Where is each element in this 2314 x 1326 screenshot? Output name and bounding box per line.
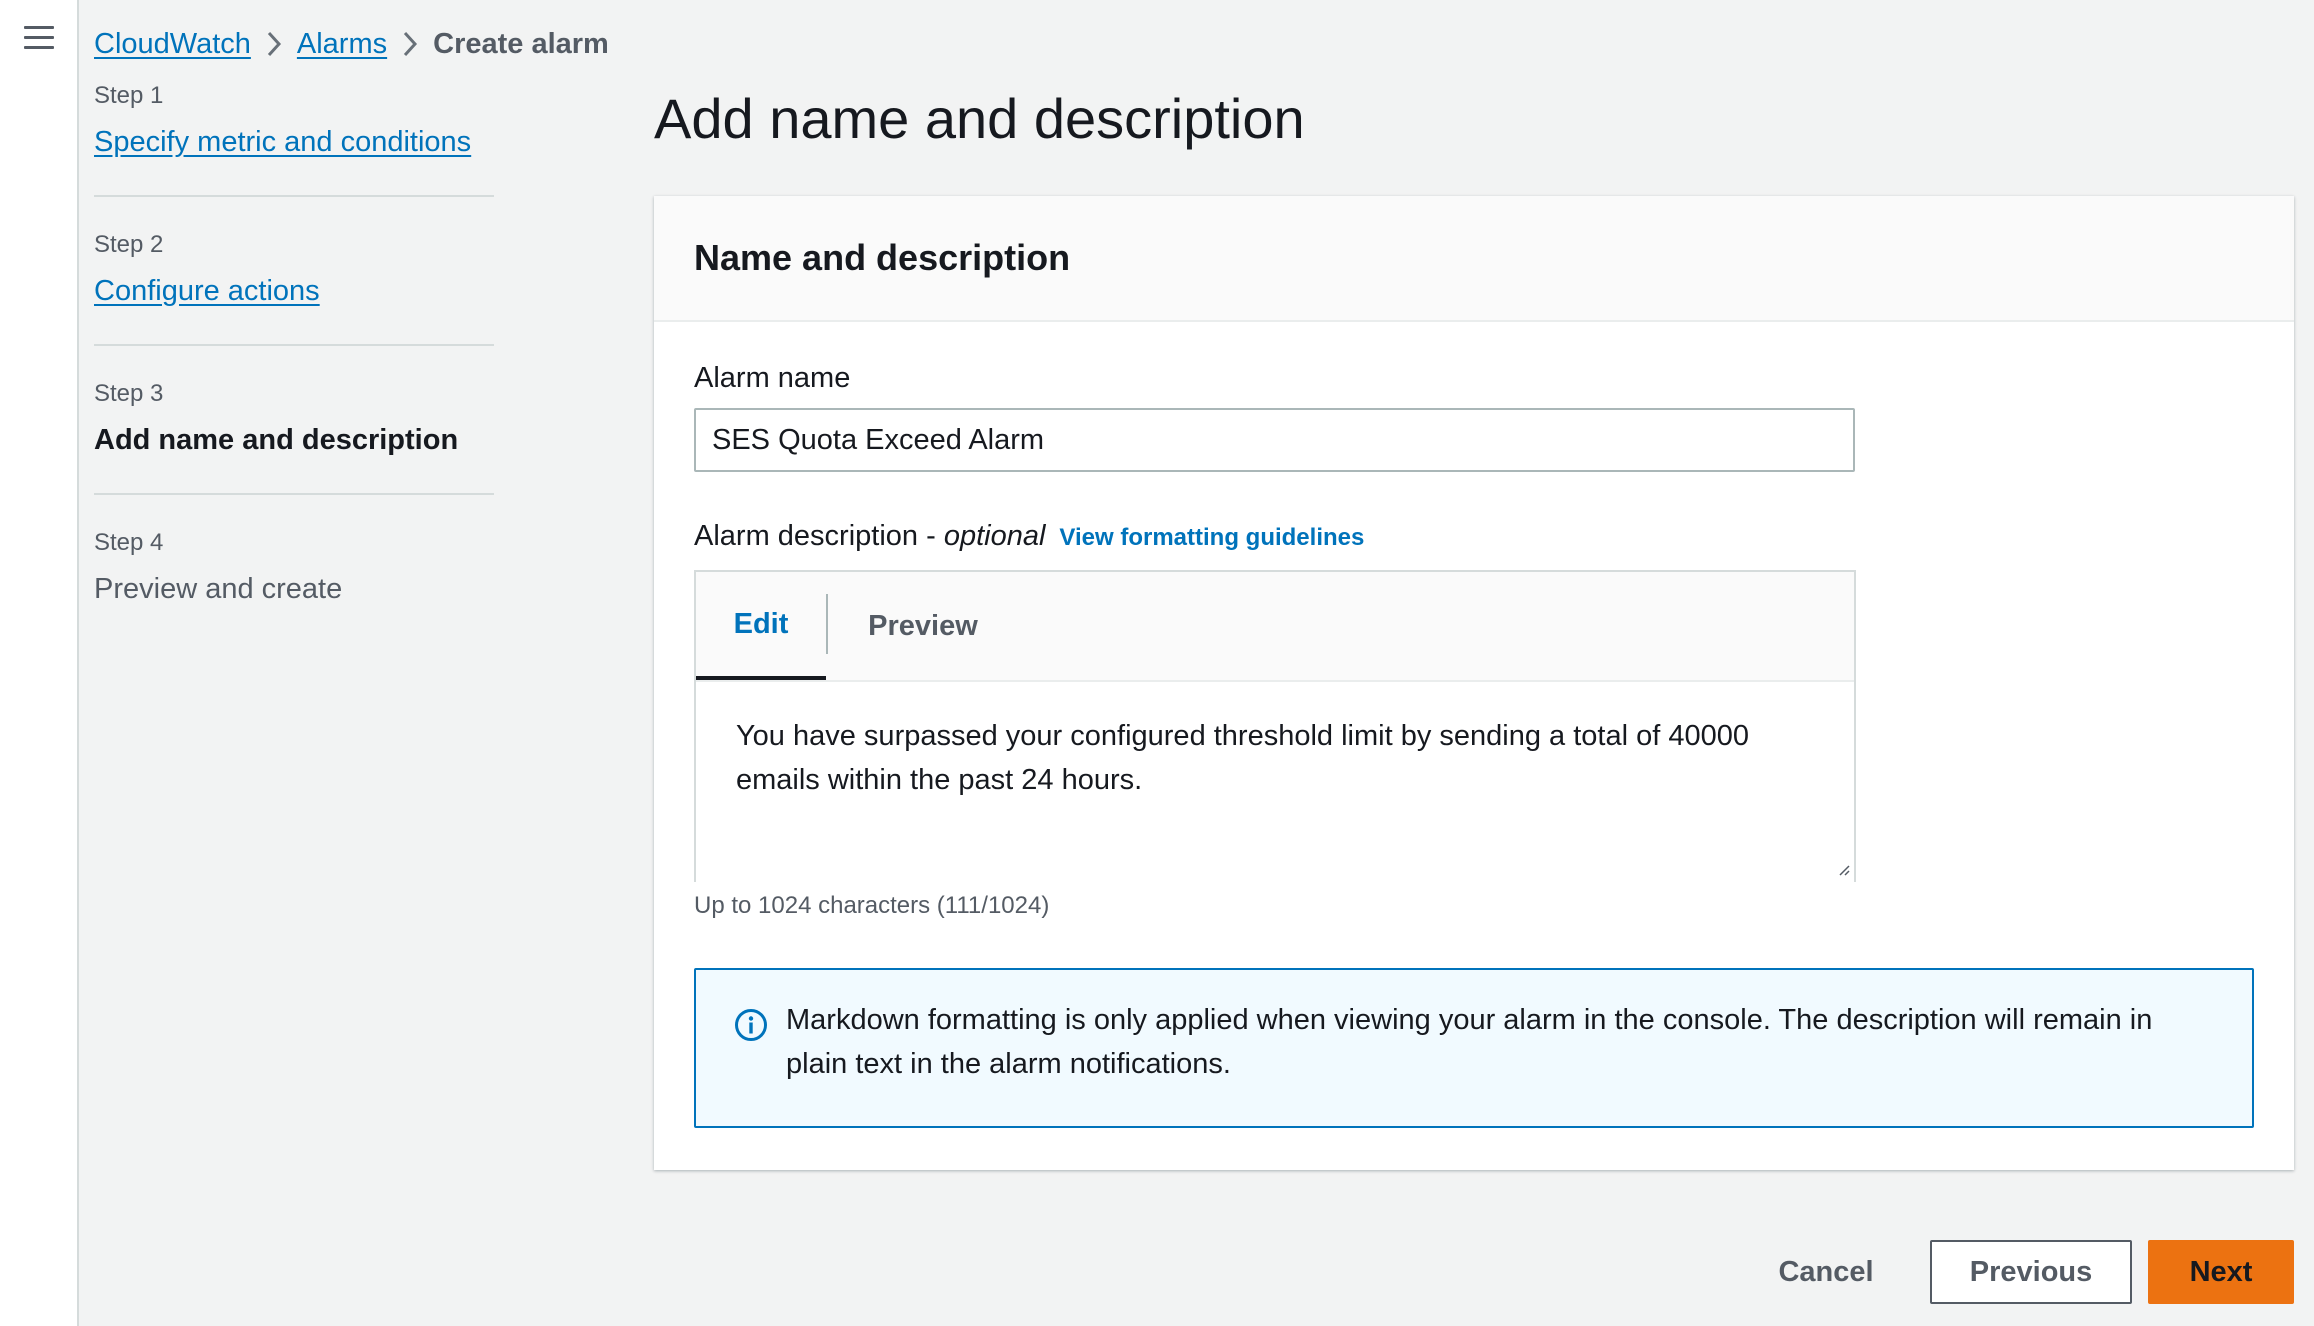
breadcrumb-current: Create alarm (433, 27, 609, 60)
editor-tabs: Edit Preview (696, 572, 1854, 682)
hamburger-menu-icon[interactable] (24, 26, 54, 50)
panel-title: Name and description (694, 237, 1071, 278)
breadcrumb: CloudWatch Alarms Create alarm (94, 24, 609, 64)
alarm-name-label: Alarm name (694, 362, 851, 394)
alarm-name-value: SES Quota Exceed Alarm (712, 423, 1045, 456)
step-number: Step 4 (94, 529, 164, 556)
alarm-description-label: Alarm description - optional (694, 520, 1046, 552)
next-button[interactable]: Next (2148, 1240, 2294, 1304)
panel-header: Name and description (654, 196, 2294, 322)
page-title: Add name and description (654, 87, 1305, 150)
tab-preview[interactable]: Preview (828, 572, 1018, 680)
info-alert: Markdown formatting is only applied when… (694, 968, 2254, 1128)
wizard-step-2: Step 2 Configure actions (94, 231, 494, 346)
wizard-steps: Step 1 Specify metric and conditions Ste… (94, 82, 494, 676)
info-icon (735, 1009, 767, 1041)
breadcrumb-link-alarms[interactable]: Alarms (297, 28, 387, 61)
breadcrumb-link-cloudwatch[interactable]: CloudWatch (94, 28, 251, 61)
view-formatting-guidelines-link[interactable]: View formatting guidelines (1059, 524, 1364, 552)
description-editor: Edit Preview You have surpassed your con… (694, 570, 1856, 882)
side-navigation-rail (0, 0, 79, 1326)
info-alert-text: Markdown formatting is only applied when… (786, 1004, 2153, 1080)
name-description-panel: Name and description Alarm name SES Quot… (654, 196, 2294, 1170)
step-number: Step 2 (94, 231, 164, 258)
wizard-step-1: Step 1 Specify metric and conditions (94, 82, 494, 197)
alarm-description-label-row: Alarm description - optional View format… (694, 520, 1364, 553)
tab-edit[interactable]: Edit (696, 572, 826, 680)
step-current-label: Add name and description (94, 424, 459, 456)
step-number: Step 3 (94, 380, 164, 407)
step-link-specify-metric[interactable]: Specify metric and conditions (94, 126, 471, 158)
step-disabled-label: Preview and create (94, 573, 343, 605)
chevron-right-icon (251, 31, 297, 57)
step-link-configure-actions[interactable]: Configure actions (94, 275, 320, 307)
optional-label: optional (943, 520, 1046, 552)
character-counter: Up to 1024 characters (111/1024) (694, 892, 1050, 919)
previous-button[interactable]: Previous (1930, 1240, 2132, 1304)
resize-handle-icon[interactable] (1836, 862, 1850, 876)
wizard-step-4: Step 4 Preview and create (94, 529, 494, 642)
chevron-right-icon (387, 31, 433, 57)
wizard-step-3: Step 3 Add name and description (94, 380, 494, 495)
alarm-name-input[interactable]: SES Quota Exceed Alarm (694, 408, 1855, 472)
alarm-description-textarea[interactable]: You have surpassed your configured thres… (696, 682, 1854, 882)
step-number: Step 1 (94, 82, 164, 109)
cancel-button[interactable]: Cancel (1760, 1240, 1892, 1304)
